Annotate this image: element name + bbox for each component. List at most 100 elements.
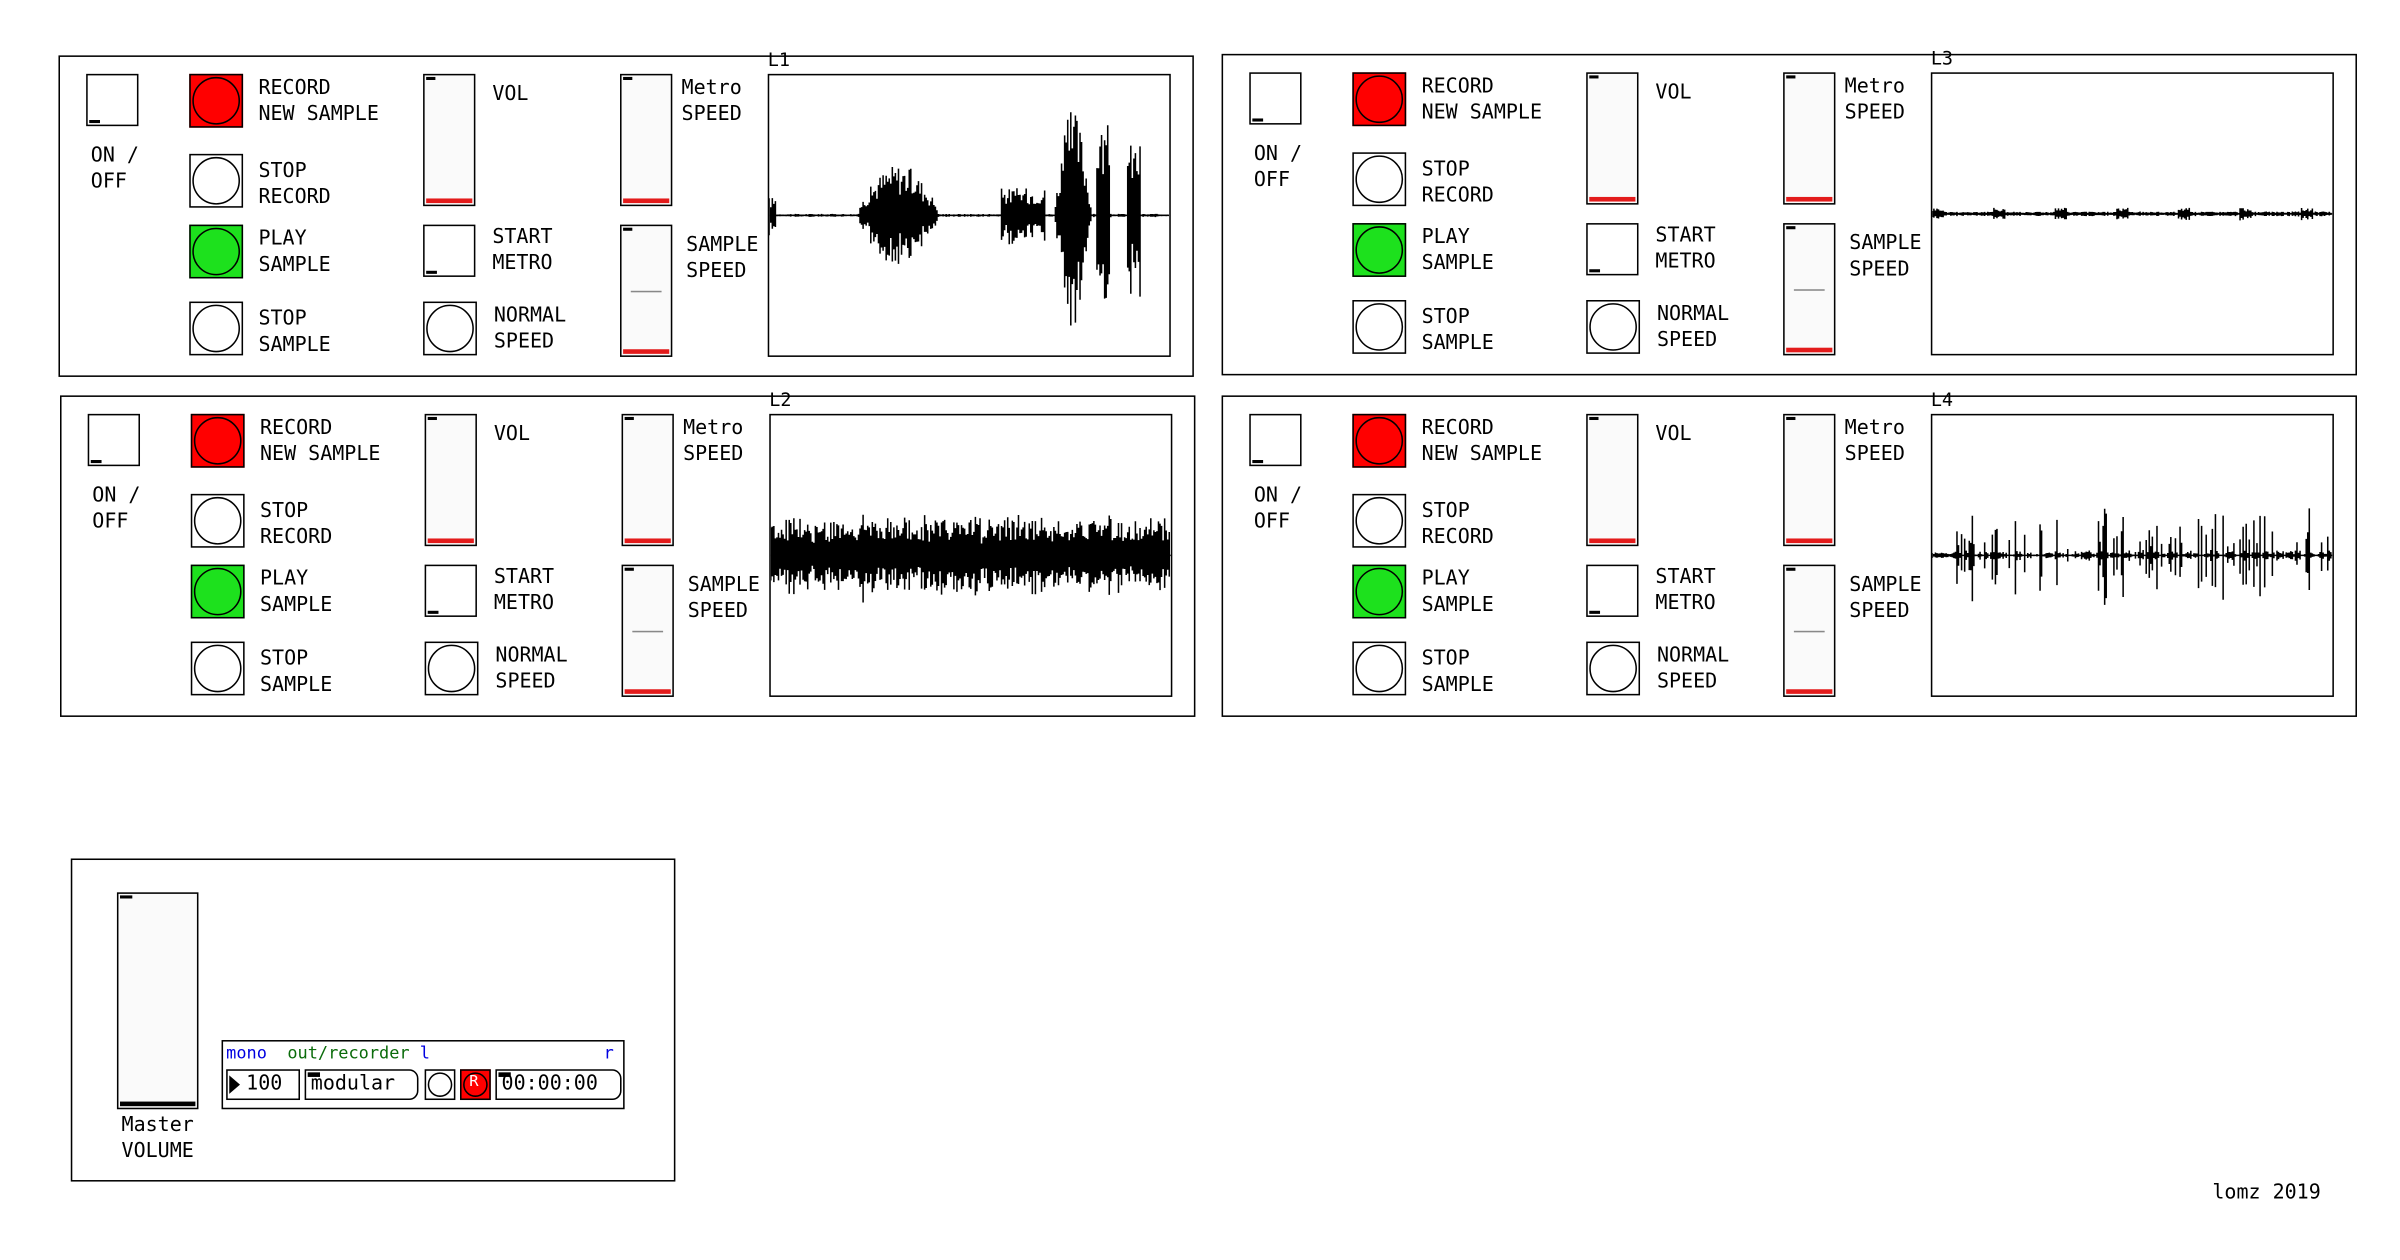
play-sample-label: PLAY SAMPLE: [1421, 226, 1494, 276]
start-metro-label: START METRO: [1655, 224, 1716, 274]
record-glyph-icon: R: [469, 1073, 479, 1091]
normal-speed-button[interactable]: [423, 301, 477, 356]
play-sample-button[interactable]: [1352, 564, 1407, 619]
stop-record-button[interactable]: [1352, 493, 1407, 548]
vol-label: VOL: [493, 423, 530, 447]
on-off-toggle[interactable]: [86, 73, 139, 127]
on-off-label: ON / OFF: [90, 144, 139, 194]
on-off-label: ON / OFF: [1253, 484, 1303, 534]
play-sample-button[interactable]: [189, 224, 244, 279]
waveform-graph: [1932, 207, 2333, 221]
stop-sample-label: STOP SAMPLE: [260, 647, 333, 697]
vol-slider[interactable]: [1586, 72, 1639, 205]
play-sample-label: PLAY SAMPLE: [1421, 567, 1494, 617]
normal-speed-button[interactable]: [1586, 300, 1641, 354]
metro-speed-label: Metro SPEED: [1844, 416, 1905, 467]
sample-speed-label: SAMPLE SPEED: [687, 573, 760, 624]
start-metro-label: START METRO: [493, 566, 555, 616]
start-metro-toggle[interactable]: [1586, 564, 1639, 617]
stop-sample-label: STOP SAMPLE: [1421, 647, 1494, 697]
stop-sample-button[interactable]: [1352, 641, 1407, 696]
recorder-r-label: r: [603, 1043, 614, 1064]
normal-speed-label: NORMAL SPEED: [1656, 644, 1730, 694]
metro-speed-label: Metro SPEED: [1844, 75, 1905, 125]
on-off-toggle[interactable]: [1249, 72, 1302, 125]
play-sample-button[interactable]: [1352, 223, 1407, 277]
on-off-label: ON / OFF: [92, 484, 141, 534]
stop-sample-button[interactable]: [190, 641, 245, 696]
recorder-name: out/recorder: [287, 1043, 410, 1064]
waveform-array[interactable]: [767, 73, 1171, 357]
stop-sample-label: STOP SAMPLE: [258, 307, 331, 357]
looper-title: L4: [1930, 389, 1954, 411]
sample-speed-slider[interactable]: [621, 564, 674, 697]
vol-slider[interactable]: [423, 73, 476, 207]
stop-record-label: STOP RECORD: [1421, 158, 1494, 208]
normal-speed-label: NORMAL SPEED: [1656, 303, 1730, 353]
normal-speed-label: NORMAL SPEED: [495, 644, 568, 694]
waveform-graph: [770, 514, 1171, 603]
record-new-sample-button[interactable]: [1352, 413, 1407, 468]
recorder-l-label: l: [419, 1043, 430, 1064]
play-sample-button[interactable]: [190, 564, 245, 619]
vol-label: VOL: [1655, 81, 1692, 105]
on-off-toggle[interactable]: [1249, 413, 1302, 467]
on-off-toggle[interactable]: [87, 413, 141, 467]
metro-speed-label: Metro SPEED: [683, 416, 744, 467]
metro-speed-slider[interactable]: [621, 413, 674, 547]
looper-title: L2: [769, 389, 792, 411]
record-new-sample-button[interactable]: [1352, 72, 1407, 127]
record-new-sample-button[interactable]: [190, 413, 245, 468]
on-off-label: ON / OFF: [1253, 143, 1303, 193]
normal-speed-button[interactable]: [1586, 641, 1641, 696]
sample-speed-slider[interactable]: [620, 224, 673, 357]
looper-title: L1: [767, 49, 790, 71]
sample-speed-slider[interactable]: [1783, 223, 1836, 356]
normal-speed-button[interactable]: [424, 641, 479, 696]
stop-record-label: STOP RECORD: [1421, 500, 1494, 550]
metro-speed-slider[interactable]: [1783, 413, 1836, 547]
metro-speed-slider[interactable]: [1783, 72, 1836, 205]
start-metro-toggle[interactable]: [424, 564, 477, 617]
record-label: RECORD NEW SAMPLE: [1421, 75, 1543, 125]
recorder-mono-label: mono: [226, 1043, 267, 1064]
normal-speed-label: NORMAL SPEED: [493, 304, 567, 354]
vol-slider[interactable]: [424, 413, 477, 547]
stop-record-button[interactable]: [190, 493, 245, 548]
recorder-module: mono out/recorder l r 100 modular R 00:0…: [221, 1040, 625, 1110]
stop-sample-button[interactable]: [189, 301, 244, 356]
looper-title: L3: [1930, 47, 1954, 70]
vol-label: VOL: [492, 83, 529, 107]
sample-speed-label: SAMPLE SPEED: [1849, 573, 1922, 624]
record-label: RECORD NEW SAMPLE: [1421, 416, 1543, 467]
patch-canvas: ON / OFF RECORD NEW SAMPLE STOP RECORD P…: [0, 0, 2400, 1260]
start-metro-label: START METRO: [1655, 566, 1716, 616]
waveform-array[interactable]: [1930, 413, 2334, 697]
metro-speed-slider[interactable]: [620, 73, 673, 207]
stop-record-button[interactable]: [189, 153, 244, 208]
recorder-channels-numbox[interactable]: 100: [226, 1069, 301, 1101]
stop-record-label: STOP RECORD: [260, 500, 333, 550]
play-sample-label: PLAY SAMPLE: [258, 227, 331, 277]
vol-label: VOL: [1655, 423, 1692, 447]
stop-record-button[interactable]: [1352, 152, 1407, 207]
record-new-sample-button[interactable]: [189, 73, 244, 128]
stop-sample-button[interactable]: [1352, 300, 1407, 354]
recorder-time-text: 00:00:00: [501, 1072, 598, 1096]
vol-slider[interactable]: [1586, 413, 1639, 547]
recorder-bang-button[interactable]: [424, 1069, 456, 1101]
record-label: RECORD NEW SAMPLE: [258, 76, 379, 127]
start-metro-label: START METRO: [492, 226, 553, 276]
recorder-record-button[interactable]: R: [460, 1069, 491, 1101]
sample-speed-slider[interactable]: [1783, 564, 1836, 697]
recorder-mode-symbol[interactable]: modular: [304, 1069, 419, 1101]
stop-sample-label: STOP SAMPLE: [1421, 306, 1494, 356]
master-volume-slider[interactable]: [116, 892, 199, 1110]
start-metro-toggle[interactable]: [423, 224, 476, 277]
master-volume-label: Master VOLUME: [121, 1113, 194, 1164]
waveform-graph: [769, 112, 1170, 326]
stop-record-label: STOP RECORD: [258, 160, 331, 210]
waveform-array[interactable]: [1930, 72, 2334, 356]
waveform-array[interactable]: [769, 413, 1173, 697]
start-metro-toggle[interactable]: [1586, 223, 1639, 276]
